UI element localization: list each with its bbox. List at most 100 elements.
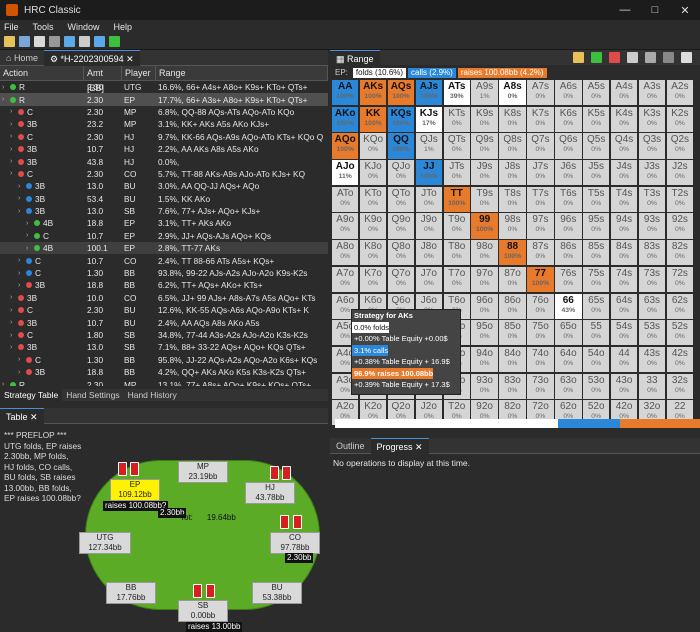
table-row[interactable]: › 3B 43.8 HJ 0.0%, xyxy=(0,155,328,167)
hand-cell-k7s[interactable]: K7s 0% xyxy=(527,106,554,132)
hand-cell-94o[interactable]: 94o 0% xyxy=(471,346,498,373)
expand-icon[interactable]: › xyxy=(10,170,18,177)
hand-cell-qjs[interactable]: QJs 1% xyxy=(415,133,443,159)
hand-cell-k4s[interactable]: K4s 0% xyxy=(610,106,638,132)
hand-cell-k9s[interactable]: K9s 0% xyxy=(471,106,498,132)
hand-cell-k2s[interactable]: K2s 0% xyxy=(666,106,694,132)
hand-cell-j3s[interactable]: J3s 0% xyxy=(638,160,666,186)
hand-cell-kts[interactable]: KTs 0% xyxy=(443,106,470,132)
tab-strategy-table[interactable]: Strategy Table xyxy=(0,389,63,401)
hand-cell-96o[interactable]: 96o 0% xyxy=(471,293,498,319)
table-row[interactable]: › R 2.30 MP 13.1%, 77+ A8s+ AQo+ K9s+ KQs+ Q… xyxy=(0,378,328,386)
hand-cell-83o[interactable]: 83o 0% xyxy=(499,373,526,399)
hand-cell-qto[interactable]: QTo 0% xyxy=(387,186,415,212)
expand-icon[interactable]: › xyxy=(18,270,26,277)
tab-range[interactable]: ▦ Range xyxy=(330,49,380,66)
table-row[interactable]: › 4B 100.1 EP 2.8%, TT-77 AKs xyxy=(0,242,328,255)
expand-icon[interactable]: › xyxy=(10,146,18,153)
view-icon[interactable] xyxy=(663,52,674,63)
table-row[interactable]: › C 2.30 HJ 9.7%, KK-66 AQs-A9s AQo-ATo KTs+… xyxy=(0,131,328,143)
hand-cell-t8s[interactable]: T8s 0% xyxy=(499,186,526,212)
seat-co[interactable]: CO 97.78bb xyxy=(270,532,320,554)
table-row[interactable]: › C 10.7 CO 2.4%, TT 88-66 ATs A5s+ KQs+ xyxy=(0,254,328,266)
expand-icon[interactable]: › xyxy=(26,245,34,252)
hand-cell-kjo[interactable]: KJo 0% xyxy=(359,160,387,186)
hand-cell-73s[interactable]: 73s 0% xyxy=(638,266,666,292)
tab-hand-settings[interactable]: Hand Settings xyxy=(62,389,123,401)
hand-cell-q5s[interactable]: Q5s 0% xyxy=(583,133,610,159)
hand-cell-qq[interactable]: QQ 100% xyxy=(387,133,415,159)
hand-cell-75o[interactable]: 75o 0% xyxy=(527,320,554,346)
seat-bu[interactable]: BU 53.38bb xyxy=(252,582,302,604)
hand-cell-64o[interactable]: 64o 0% xyxy=(555,346,582,373)
hand-cell-j8s[interactable]: J8s 0% xyxy=(499,160,526,186)
hand-cell-98o[interactable]: 98o 0% xyxy=(471,240,498,266)
col-amt[interactable]: Amt [BB] xyxy=(84,65,122,93)
expand-icon[interactable]: › xyxy=(10,332,18,339)
table-row[interactable]: › C 1.30 BB 93.8%, 99-22 AJs-A2s AJo-A2o K9s… xyxy=(0,267,328,279)
menu-tools[interactable]: Tools xyxy=(33,22,54,32)
hand-cell-73o[interactable]: 73o 0% xyxy=(527,373,554,399)
hand-cell-95s[interactable]: 95s 0% xyxy=(583,213,610,239)
tab-session[interactable]: ⚙ *H-2202300594 ✕ xyxy=(43,49,140,66)
hand-cell-j6s[interactable]: J6s 0% xyxy=(555,160,582,186)
hand-cell-t9o[interactable]: T9o 0% xyxy=(443,213,470,239)
tab-progress[interactable]: Progress ✕ xyxy=(370,437,429,454)
hand-cell-86o[interactable]: 86o 0% xyxy=(499,293,526,319)
hand-cell-84s[interactable]: 84s 0% xyxy=(610,240,638,266)
hand-cell-76o[interactable]: 76o 0% xyxy=(527,293,554,319)
tab-home[interactable]: ⌂ Home xyxy=(0,50,44,66)
refresh-icon[interactable] xyxy=(64,36,75,47)
expand-icon[interactable]: › xyxy=(10,108,18,115)
hand-cell-aks[interactable]: AKs 100% xyxy=(359,80,387,106)
hand-cell-63s[interactable]: 63s 0% xyxy=(638,293,666,319)
save-icon[interactable] xyxy=(34,36,45,47)
table-row[interactable]: › C 2.30 MP 6.8%, QQ-88 AQs-ATs AQo-ATo KQo xyxy=(0,106,328,118)
hand-cell-aqs[interactable]: AQs 100% xyxy=(387,80,415,106)
table-row[interactable]: › 3B 13.0 SB 7.1%, 88+ 33-22 AQs+ AQo+ KQs Q… xyxy=(0,341,328,353)
hand-cell-98s[interactable]: 98s 0% xyxy=(499,213,526,239)
hand-cell-87o[interactable]: 87o 0% xyxy=(499,266,526,292)
hand-cell-64s[interactable]: 64s 0% xyxy=(610,293,638,319)
expand-icon[interactable]: › xyxy=(18,208,26,215)
hand-cell-a5s[interactable]: A5s 0% xyxy=(583,80,610,106)
expand-icon[interactable]: › xyxy=(18,282,26,289)
table-row[interactable]: › 3B 13.0 BU 3.0%, AA QQ-JJ AQs+ AQo xyxy=(0,180,328,192)
menu-window[interactable]: Window xyxy=(68,22,100,32)
expand-icon[interactable]: › xyxy=(10,294,18,301)
hand-cell-t5s[interactable]: T5s 0% xyxy=(583,186,610,212)
view-icon[interactable] xyxy=(591,52,602,63)
hand-cell-j2s[interactable]: J2s 0% xyxy=(666,160,694,186)
hand-cell-63o[interactable]: 63o 0% xyxy=(555,373,582,399)
table-row[interactable]: › C 1.30 BB 95.8%, JJ-22 AQs-A2s AQo-A2o K6s… xyxy=(0,354,328,366)
hand-cell-jto[interactable]: JTo 0% xyxy=(415,186,443,212)
hand-cell-kk[interactable]: KK 100% xyxy=(359,106,387,132)
expand-icon[interactable]: › xyxy=(10,121,18,128)
hand-cell-86s[interactable]: 86s 0% xyxy=(555,240,582,266)
hand-cell-t6s[interactable]: T6s 0% xyxy=(555,186,582,212)
hand-cell-t7s[interactable]: T7s 0% xyxy=(527,186,554,212)
table-row[interactable]: › 3B 18.8 BB 4.2%, QQ+ AKs AKo K5s K3s-K2s Q… xyxy=(0,366,328,378)
hand-cell-kqs[interactable]: KQs 100% xyxy=(387,106,415,132)
menu-help[interactable]: Help xyxy=(114,22,133,32)
hand-cell-93o[interactable]: 93o 0% xyxy=(471,373,498,399)
hand-cell-76s[interactable]: 76s 0% xyxy=(555,266,582,292)
print-icon[interactable] xyxy=(79,36,90,47)
legend-calls[interactable]: calls (2.9%) xyxy=(408,68,456,78)
hand-cell-j5s[interactable]: J5s 0% xyxy=(583,160,610,186)
hand-cell-a3s[interactable]: A3s 0% xyxy=(638,80,666,106)
hand-cell-77[interactable]: 77 100% xyxy=(527,266,554,292)
hand-cell-99[interactable]: 99 100% xyxy=(471,213,498,239)
table-row[interactable]: › R 2.30 EP 17.7%, 66+ A3s+ A8o+ K9s+ KTo+ Q… xyxy=(0,93,328,106)
expand-icon[interactable]: › xyxy=(10,133,18,140)
hand-cell-ajs[interactable]: AJs 100% xyxy=(415,80,443,106)
legend-raises[interactable]: raises 100.08bb (4.2%) xyxy=(457,68,547,78)
expand-icon[interactable]: › xyxy=(26,232,34,239)
hand-cell-k3s[interactable]: K3s 0% xyxy=(638,106,666,132)
seat-hj[interactable]: HJ 43.78bb xyxy=(245,482,295,504)
view-icon[interactable] xyxy=(609,52,620,63)
expand-icon[interactable]: › xyxy=(18,356,26,363)
hand-cell-j9s[interactable]: J9s 0% xyxy=(471,160,498,186)
hand-cell-53o[interactable]: 53o 0% xyxy=(583,373,610,399)
hand-cell-aa[interactable]: AA 100% xyxy=(332,80,359,106)
